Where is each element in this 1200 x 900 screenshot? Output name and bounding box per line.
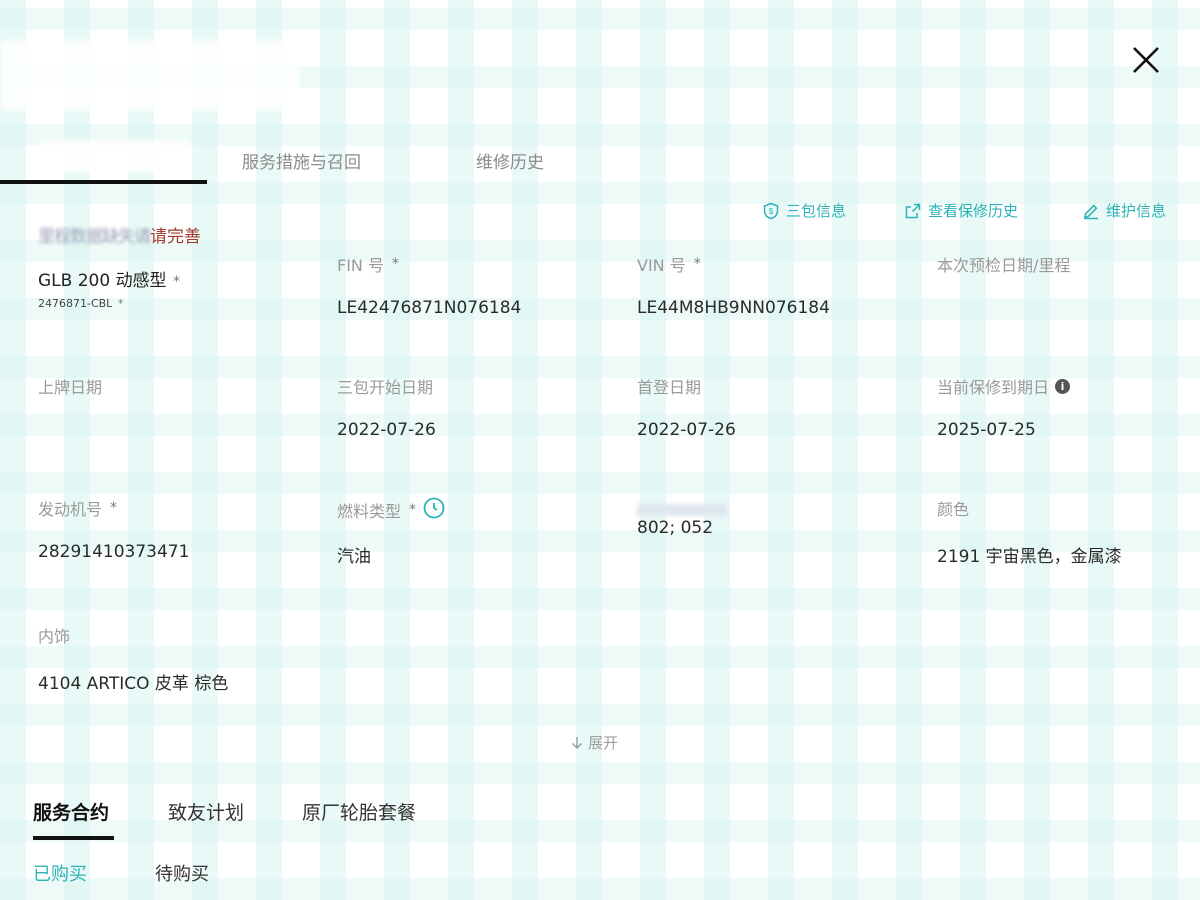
blurred-code-value: 802; 052 [637, 518, 714, 538]
tab-friend-plan[interactable]: 致友计划 [168, 798, 244, 825]
incomplete-warning: 里程数据缺失请 请完善 [38, 222, 201, 247]
warning-text: 请完善 [150, 227, 201, 247]
field-vin: VIN 号 * LE44M8HB9NN076184 [637, 252, 917, 318]
three-guarantee-label: 三包信息 [786, 202, 847, 220]
view-warranty-history-label: 查看保修历史 [928, 202, 1019, 220]
fuel-type-label: 燃料类型 [337, 502, 402, 521]
precheck-label: 本次预检日期/里程 [937, 256, 1071, 275]
expand-button[interactable]: 展开 [570, 732, 618, 753]
info-icon[interactable]: i [1055, 378, 1071, 394]
field-registration-date: 上牌日期 [38, 374, 318, 420]
three-guarantee-start-label: 三包开始日期 [337, 378, 434, 397]
warranty-expiry-value: 2025-07-25 [937, 420, 1036, 440]
expand-label: 展开 [588, 734, 619, 752]
fin-value: LE42476871N076184 [337, 298, 522, 318]
interior-label: 内饰 [38, 627, 71, 646]
fin-label: FIN 号 [337, 256, 384, 275]
fin-label-row: FIN 号 * [337, 252, 617, 276]
field-precheck-date-mileage: 本次预检日期/里程 [937, 252, 1200, 298]
subtab-to-purchase[interactable]: 待购买 [155, 860, 209, 886]
field-three-guarantee-start: 三包开始日期 2022-07-26 [337, 374, 617, 440]
clock-icon[interactable] [422, 496, 446, 524]
vin-label: VIN 号 [637, 256, 686, 275]
arrow-down-icon [572, 736, 582, 749]
model-code: 2476871-CBL [38, 297, 113, 310]
field-fuel-type: 燃料类型 * 汽油 [337, 496, 617, 567]
warranty-expiry-label-row: 当前保修到期日 i [937, 374, 1200, 398]
tab-service-recall[interactable]: 服务措施与召回 [242, 148, 361, 173]
field-first-registration: 首登日期 2022-07-26 [637, 374, 917, 440]
bottom-tab-bar: 服务合约 致友计划 原厂轮胎套餐 [0, 790, 1200, 850]
field-color: 颜色 2191 宇宙黑色，金属漆 [937, 496, 1200, 567]
blurred-active-tab[interactable] [40, 140, 190, 172]
active-bottom-tab-indicator [33, 836, 114, 840]
color-label: 颜色 [937, 500, 970, 519]
close-icon [1133, 47, 1159, 73]
interior-value: 4104 ARTICO 皮革 棕色 [38, 674, 229, 694]
warning-blurred-text: 里程数据缺失请 [38, 227, 151, 247]
subtab-purchased[interactable]: 已购买 [33, 860, 87, 886]
tab-oem-tire-package[interactable]: 原厂轮胎套餐 [302, 798, 416, 825]
engine-number-value: 28291410373471 [38, 542, 190, 562]
view-warranty-history-link[interactable]: 查看保修历史 [904, 200, 1018, 221]
vin-label-row: VIN 号 * [637, 252, 917, 276]
tab-repair-history[interactable]: 维修历史 [476, 148, 544, 173]
required-mark: * [114, 297, 124, 310]
vehicle-detail-sheet: 服务措施与召回 维修历史 $ 三包信息 查看保修历史 维护信息 里程数据缺失请 … [0, 0, 1200, 900]
model-name: GLB 200 动感型 [38, 271, 167, 291]
tab-service-contract[interactable]: 服务合约 [33, 798, 109, 825]
shield-icon: $ [763, 202, 779, 219]
fuel-type-label-row: 燃料类型 * [337, 496, 617, 524]
field-fin: FIN 号 * LE42476871N076184 [337, 252, 617, 318]
blurred-header [0, 40, 300, 110]
top-tab-bar: 服务措施与召回 维修历史 [0, 130, 1200, 186]
field-interior: 内饰 4104 ARTICO 皮革 棕色 [38, 623, 318, 694]
svg-text:$: $ [769, 207, 774, 216]
fuel-type-value: 汽油 [337, 547, 371, 567]
field-model: GLB 200 动感型 * 2476871-CBL * [38, 266, 318, 310]
color-value: 2191 宇宙黑色，金属漆 [937, 547, 1122, 567]
field-blurred-code: 802; 052 [637, 496, 917, 538]
required-mark: * [409, 502, 417, 518]
first-registration-value: 2022-07-26 [637, 420, 736, 440]
three-guarantee-link[interactable]: $ 三包信息 [762, 200, 846, 221]
required-mark: * [168, 274, 181, 290]
registration-date-label: 上牌日期 [38, 378, 103, 397]
maintain-info-label: 维护信息 [1106, 202, 1167, 220]
engine-number-label: 发动机号 [38, 500, 103, 519]
first-registration-label: 首登日期 [637, 378, 702, 397]
maintain-info-link[interactable]: 维护信息 [1082, 200, 1166, 221]
required-mark: * [693, 256, 701, 272]
edit-icon [1084, 204, 1098, 219]
required-mark: * [110, 500, 118, 516]
model-code-line: 2476871-CBL * [38, 297, 318, 310]
model-name-line: GLB 200 动感型 * [38, 266, 318, 291]
active-tab-indicator [0, 180, 207, 184]
field-engine-number: 发动机号 * 28291410373471 [38, 496, 318, 562]
required-mark: * [391, 256, 399, 272]
blurred-label-area [637, 504, 727, 516]
field-warranty-expiry: 当前保修到期日 i 2025-07-25 [937, 374, 1200, 440]
close-button[interactable] [1126, 40, 1166, 80]
vin-value: LE44M8HB9NN076184 [637, 298, 830, 318]
warranty-expiry-label: 当前保修到期日 [937, 378, 1050, 397]
three-guarantee-start-value: 2022-07-26 [337, 420, 436, 440]
external-link-icon [905, 203, 921, 218]
engine-number-label-row: 发动机号 * [38, 496, 318, 520]
